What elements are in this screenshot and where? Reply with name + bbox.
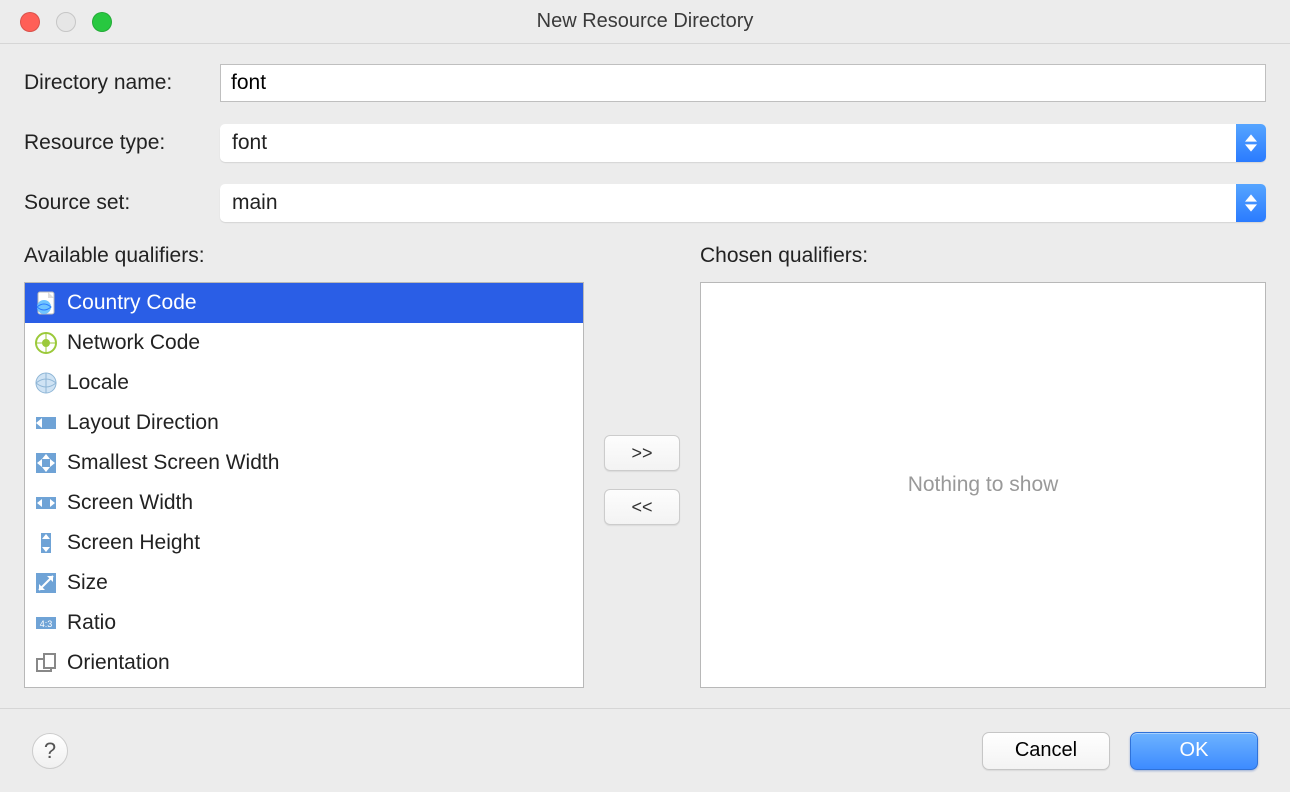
ok-button[interactable]: OK (1130, 732, 1258, 770)
qualifier-item-label: Network Code (67, 331, 200, 355)
source-set-value: main (220, 184, 1236, 222)
resource-type-select[interactable]: font (220, 124, 1266, 162)
cancel-button[interactable]: Cancel (982, 732, 1110, 770)
qualifier-item[interactable]: Screen Height (25, 523, 583, 563)
window-title: New Resource Directory (0, 10, 1290, 33)
directory-name-input[interactable] (220, 64, 1266, 102)
globe-icon (33, 370, 59, 396)
dialog-footer: ? Cancel OK (0, 708, 1290, 792)
svg-text:4:3: 4:3 (40, 619, 53, 629)
height-icon (33, 530, 59, 556)
directory-name-label: Directory name: (24, 71, 220, 95)
qualifier-item[interactable]: 4:3 Ratio (25, 603, 583, 643)
chosen-qualifiers-list[interactable]: Nothing to show (700, 282, 1266, 688)
qualifier-item[interactable]: Network Code (25, 323, 583, 363)
qualifier-item-label: Layout Direction (67, 411, 219, 435)
expand-icon (33, 450, 59, 476)
stepper-icon (1236, 124, 1266, 162)
source-set-label: Source set: (24, 191, 220, 215)
chosen-qualifiers-label: Chosen qualifiers: (700, 244, 1266, 268)
qualifier-item[interactable]: Smallest Screen Width (25, 443, 583, 483)
qualifier-item-label: Ratio (67, 611, 116, 635)
move-right-button[interactable]: >> (604, 435, 680, 471)
qualifier-item-label: Size (67, 571, 108, 595)
qualifier-item-label: Country Code (67, 291, 197, 315)
resource-type-label: Resource type: (24, 131, 220, 155)
chosen-empty-text: Nothing to show (701, 283, 1265, 687)
ratio-icon: 4:3 (33, 610, 59, 636)
qualifier-item[interactable]: Orientation (25, 643, 583, 683)
resource-type-value: font (220, 124, 1236, 162)
width-icon (33, 490, 59, 516)
orientation-icon (33, 650, 59, 676)
size-icon (33, 570, 59, 596)
qualifier-item-label: Locale (67, 371, 129, 395)
move-left-button[interactable]: << (604, 489, 680, 525)
qualifier-item-label: Orientation (67, 651, 170, 675)
qualifier-item[interactable]: Country Code (25, 283, 583, 323)
help-button[interactable]: ? (32, 733, 68, 769)
qualifier-item-label: Screen Width (67, 491, 193, 515)
qualifier-item[interactable]: Size (25, 563, 583, 603)
qualifier-item[interactable]: Locale (25, 363, 583, 403)
dialog-content: Directory name: Resource type: font Sour… (0, 44, 1290, 688)
globe-page-icon (33, 290, 59, 316)
source-set-select[interactable]: main (220, 184, 1266, 222)
stepper-icon (1236, 184, 1266, 222)
available-qualifiers-list[interactable]: Country Code Network Code Locale Layout Dir… (24, 282, 584, 688)
available-qualifiers-label: Available qualifiers: (24, 244, 584, 268)
titlebar: New Resource Directory (0, 0, 1290, 44)
qualifier-item-label: Screen Height (67, 531, 200, 555)
direction-icon (33, 410, 59, 436)
network-icon (33, 330, 59, 356)
qualifier-item[interactable]: Layout Direction (25, 403, 583, 443)
qualifier-item-label: Smallest Screen Width (67, 451, 279, 475)
qualifier-item[interactable]: Screen Width (25, 483, 583, 523)
